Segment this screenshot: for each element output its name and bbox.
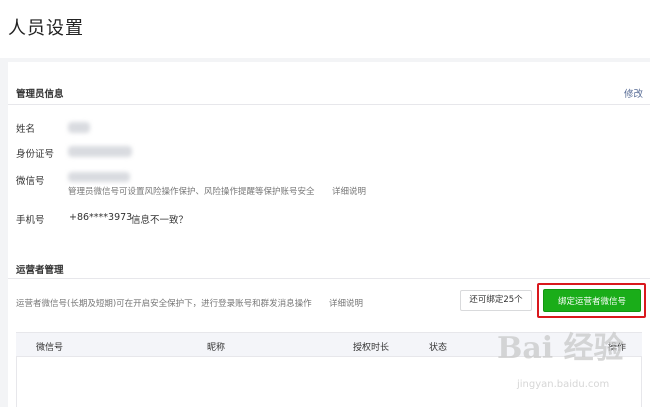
phone-label: 手机号 xyxy=(16,215,45,226)
id-value-redacted xyxy=(68,146,132,157)
th-duration: 授权时长 xyxy=(353,343,390,353)
admin-section-divider xyxy=(8,104,650,105)
admin-section-title: 管理员信息 xyxy=(16,89,64,100)
phone-mismatch-link[interactable]: 信息不一致？ xyxy=(131,212,188,226)
id-label: 身份证号 xyxy=(16,149,55,160)
th-status: 状态 xyxy=(429,343,448,353)
page-header: 人员设置 xyxy=(0,0,650,58)
watermark-logo: Bai 经验 jingyan.baidu.com xyxy=(497,323,647,403)
page-title: 人员设置 xyxy=(8,18,84,39)
watermark-main-text: Bai 经验 xyxy=(497,331,624,366)
watermark-sub-text: jingyan.baidu.com xyxy=(517,379,610,390)
operator-detail-link[interactable]: 详细说明 xyxy=(329,297,363,309)
wechat-hint-text: 管理员微信号可设置风险操作保护、风险操作提醒等保护账号安全 xyxy=(68,187,315,197)
operator-desc-text: 运营者微信号(长期及短期)可在开启安全保护下，进行登录账号和群发消息操作 xyxy=(16,299,312,309)
edit-admin-link[interactable]: 修改 xyxy=(624,86,643,100)
operator-section-divider xyxy=(8,278,650,279)
wechat-label: 微信号 xyxy=(16,176,45,187)
name-label: 姓名 xyxy=(16,124,36,135)
wechat-value-redacted xyxy=(68,172,130,182)
th-nickname: 昵称 xyxy=(207,343,226,353)
remaining-count-badge: 还可绑定25个 xyxy=(460,290,532,311)
wechat-detail-link[interactable]: 详细说明 xyxy=(332,185,366,197)
name-value-redacted xyxy=(68,122,90,133)
th-wechat: 微信号 xyxy=(36,343,64,353)
operator-section-title: 运营者管理 xyxy=(16,265,64,276)
bind-operator-button[interactable]: 绑定运营者微信号 xyxy=(543,289,641,312)
phone-value: +86****3973 xyxy=(69,212,133,223)
